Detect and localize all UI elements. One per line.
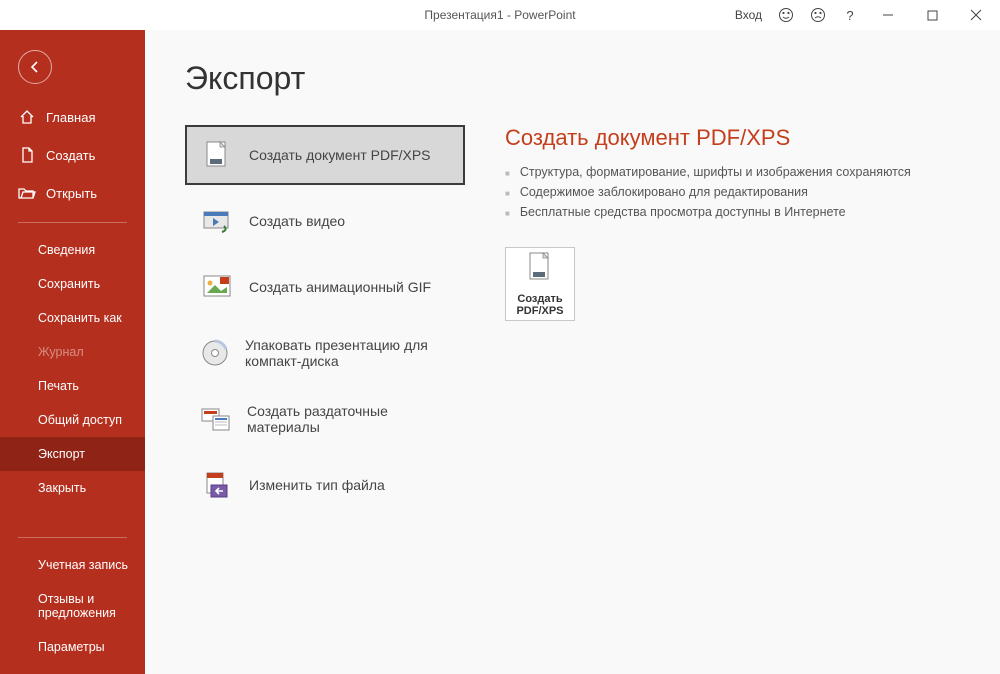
backstage-sidebar: Главная Создать Открыть Сведения Сохрани… <box>0 30 145 674</box>
action-button-label: Создать PDF/XPS <box>510 293 570 317</box>
export-item-label: Создать документ PDF/XPS <box>249 147 431 163</box>
sidebar-item-history: Журнал <box>0 335 145 369</box>
export-item-handout[interactable]: Создать раздаточные материалы <box>185 389 465 449</box>
change-filetype-icon <box>201 469 233 501</box>
sidebar-item-label: Закрыть <box>38 481 86 495</box>
export-detail-panel: Создать документ PDF/XPS Структура, форм… <box>505 125 960 515</box>
sidebar-separator <box>18 222 127 223</box>
frown-icon[interactable] <box>804 1 832 29</box>
sidebar-item-saveas[interactable]: Сохранить как <box>0 301 145 335</box>
export-item-label: Создать видео <box>249 213 345 229</box>
help-icon[interactable]: ? <box>836 1 864 29</box>
detail-bullet: Содержимое заблокировано для редактирова… <box>505 185 960 199</box>
sidebar-item-label: Печать <box>38 379 79 393</box>
export-item-label: Создать анимационный GIF <box>249 279 431 295</box>
sidebar-item-label: Создать <box>46 148 95 163</box>
export-item-label: Создать раздаточные материалы <box>247 403 449 435</box>
sidebar-item-export[interactable]: Экспорт <box>0 437 145 471</box>
sidebar-item-label: Главная <box>46 110 95 125</box>
export-item-label: Изменить тип файла <box>249 477 385 493</box>
export-item-video[interactable]: Создать видео <box>185 191 465 251</box>
back-button[interactable] <box>18 50 52 84</box>
gif-icon <box>201 271 233 303</box>
pdf-large-icon <box>526 251 554 289</box>
home-icon <box>18 108 36 126</box>
signin-link[interactable]: Вход <box>735 8 762 22</box>
smile-icon[interactable] <box>772 1 800 29</box>
export-item-filetype[interactable]: Изменить тип файла <box>185 455 465 515</box>
cd-icon <box>201 337 229 369</box>
sidebar-item-print[interactable]: Печать <box>0 369 145 403</box>
detail-title: Создать документ PDF/XPS <box>505 125 960 151</box>
video-icon <box>201 205 233 237</box>
window-title: Презентация1 - PowerPoint <box>424 8 575 22</box>
page-title: Экспорт <box>185 60 960 97</box>
sidebar-item-label: Отзывы и предложения <box>38 592 133 620</box>
sidebar-item-account[interactable]: Учетная запись <box>0 548 145 582</box>
sidebar-item-label: Журнал <box>38 345 84 359</box>
export-item-cd[interactable]: Упаковать презентацию для компакт-диска <box>185 323 465 383</box>
close-button[interactable] <box>956 1 996 29</box>
handout-icon <box>201 403 231 435</box>
sidebar-item-label: Учетная запись <box>38 558 128 572</box>
detail-bullet: Бесплатные средства просмотра доступны в… <box>505 205 960 219</box>
sidebar-item-close[interactable]: Закрыть <box>0 471 145 505</box>
export-item-gif[interactable]: Создать анимационный GIF <box>185 257 465 317</box>
detail-bullet: Структура, форматирование, шрифты и изоб… <box>505 165 960 179</box>
content-area: Экспорт Создать документ PDF/XPS Создать… <box>145 30 1000 674</box>
sidebar-item-share[interactable]: Общий доступ <box>0 403 145 437</box>
sidebar-item-label: Экспорт <box>38 447 85 461</box>
sidebar-item-home[interactable]: Главная <box>0 98 145 136</box>
sidebar-item-save[interactable]: Сохранить <box>0 267 145 301</box>
sidebar-item-open[interactable]: Открыть <box>0 174 145 212</box>
sidebar-item-options[interactable]: Параметры <box>0 630 145 664</box>
titlebar: Презентация1 - PowerPoint Вход ? <box>0 0 1000 30</box>
sidebar-item-label: Сведения <box>38 243 95 257</box>
sidebar-item-feedback[interactable]: Отзывы и предложения <box>0 582 145 630</box>
sidebar-item-label: Сохранить как <box>38 311 122 325</box>
sidebar-item-label: Параметры <box>38 640 105 654</box>
export-item-pdf[interactable]: Создать документ PDF/XPS <box>185 125 465 185</box>
pdf-icon <box>201 139 233 171</box>
sidebar-item-label: Сохранить <box>38 277 100 291</box>
sidebar-item-info[interactable]: Сведения <box>0 233 145 267</box>
minimize-button[interactable] <box>868 1 908 29</box>
sidebar-item-label: Открыть <box>46 186 97 201</box>
export-options-list: Создать документ PDF/XPS Создать видео С… <box>185 125 465 515</box>
folder-open-icon <box>18 184 36 202</box>
detail-bullets: Структура, форматирование, шрифты и изоб… <box>505 165 960 219</box>
create-pdf-button[interactable]: Создать PDF/XPS <box>505 247 575 321</box>
maximize-button[interactable] <box>912 1 952 29</box>
sidebar-separator <box>18 537 127 538</box>
export-item-label: Упаковать презентацию для компакт-диска <box>245 337 449 369</box>
sidebar-item-label: Общий доступ <box>38 413 122 427</box>
file-icon <box>18 146 36 164</box>
sidebar-item-create[interactable]: Создать <box>0 136 145 174</box>
